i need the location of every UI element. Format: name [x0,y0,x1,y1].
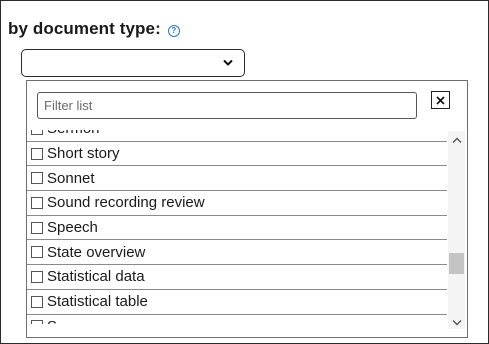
list-item[interactable]: Short story [27,142,447,167]
list-item[interactable]: State overview [27,240,447,266]
chevron-down-icon [452,319,461,325]
help-icon[interactable]: ? [167,24,180,37]
list-item-label: S... [47,318,70,324]
list-item-label: Short story [47,145,120,163]
list-item[interactable]: S... [27,315,447,324]
checkbox[interactable] [31,246,43,259]
list-item[interactable]: Statistical data [27,265,447,290]
scrollbar-thumb[interactable] [449,253,464,275]
list-item-label: State overview [47,243,146,261]
close-icon [436,95,445,105]
document-type-select[interactable] [21,49,245,77]
list-item-label: Statistical table [47,293,148,311]
scroll-up-button[interactable] [448,133,465,147]
checkbox[interactable] [31,270,43,283]
checkbox[interactable] [31,147,43,160]
scroll-down-button[interactable] [448,315,465,329]
scrollbar[interactable] [448,131,465,329]
list-item[interactable]: Sonnet [27,166,447,192]
checkbox[interactable] [31,221,43,234]
checkbox[interactable] [31,172,43,185]
checkbox[interactable] [31,320,43,324]
list-item-label: Statistical data [47,268,145,286]
heading-label: by document type: [8,19,161,38]
document-type-heading: by document type: ? [8,19,180,39]
checkbox[interactable] [31,130,43,135]
list-item-label: Sonnet [47,169,95,187]
list-item-label: Speech [47,219,98,237]
list-item-label: Sound recording review [47,194,205,212]
list-item-label: Sermon [47,130,100,137]
chevron-up-icon [452,137,461,143]
close-button[interactable] [431,91,450,109]
filter-list-input[interactable] [37,92,417,119]
filter-panel: by document type: ? Sermon Short story Son… [0,0,489,344]
checkbox[interactable] [31,196,43,209]
chevron-down-icon [223,59,233,66]
list-item[interactable]: Sound recording review [27,191,447,216]
list-item[interactable]: Sermon [27,130,447,142]
checkbox[interactable] [31,295,43,308]
list-item[interactable]: Statistical table [27,290,447,315]
options-list: Sermon Short story Sonnet Sound recording r… [27,130,447,324]
list-item[interactable]: Speech [27,216,447,241]
dropdown-panel: Sermon Short story Sonnet Sound recording r… [26,80,468,338]
